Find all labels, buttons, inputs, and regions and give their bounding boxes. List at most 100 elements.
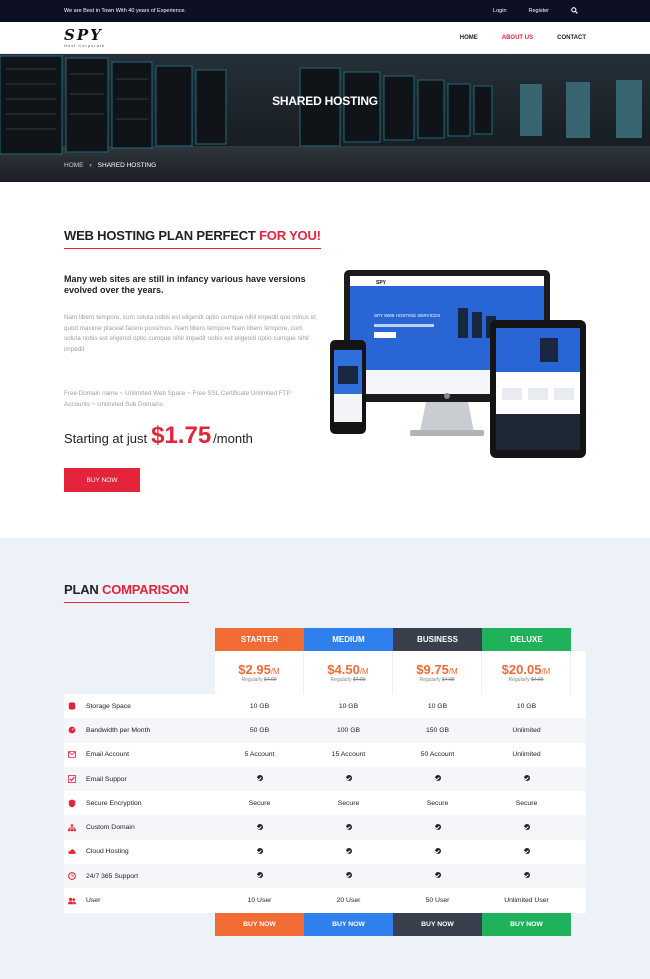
regular-price: Regularly $4.99 [419, 677, 455, 683]
feature-label-cell: Custom Domain [64, 824, 215, 832]
nav-about-us[interactable]: ABOUT US [502, 35, 533, 41]
table-row: Email Account 5 Account 15 Account 50 Accou… [64, 742, 586, 767]
search-icon[interactable] [571, 6, 578, 16]
check-circle-icon [523, 775, 530, 782]
table-cell: Unlimited [512, 726, 541, 734]
nav-contact[interactable]: CONTACT [557, 35, 586, 41]
table-cell: Secure [248, 799, 271, 807]
feature-label-cell: Cloud Hosting [64, 848, 215, 856]
table-row: Secure Encryption Secure Secure Secure Secur… [64, 791, 586, 816]
sitemap-icon [68, 824, 76, 832]
table-cell [482, 872, 571, 880]
table-cell: Secure [515, 799, 538, 807]
screen-headline: SPY WEB HOSTING SERVICES [374, 313, 440, 318]
check-circle-icon [345, 847, 352, 854]
table-cell: 50 GB [249, 726, 270, 734]
table-cell [482, 847, 571, 856]
feature-label: Cloud Hosting [86, 848, 129, 856]
regular-price: Regularly $4.99 [508, 677, 544, 683]
main-nav: HOME ABOUT US CONTACT [460, 22, 586, 54]
buy-now-button-medium[interactable]: BUY NOW [304, 912, 393, 936]
breadcrumb-current: SHARED HOSTING [97, 162, 157, 169]
plan-price-medium: $4.50/M Regularly $4.99 [304, 651, 393, 694]
buy-now-button-deluxe[interactable]: BUY NOW [482, 912, 571, 936]
plan-price: $9.75/M [416, 662, 458, 677]
screen-logo: SPY [376, 280, 387, 286]
table-cell [482, 775, 571, 783]
plan-price: $20.05/M [501, 662, 551, 677]
check-circle-icon [523, 823, 530, 830]
price-amount: $1.75 [151, 422, 212, 449]
check-circle-icon [345, 775, 352, 782]
page-title: SHARED HOSTING [272, 94, 378, 108]
feature-label-cell: Secure Encryption [64, 799, 215, 808]
database-icon [68, 702, 76, 710]
table-row: User 10 User 20 User 50 User Unlimited User [64, 888, 586, 913]
table-cell [304, 823, 393, 832]
feature-label: Storage Space [86, 702, 131, 710]
table-cell: 150 GB [425, 726, 450, 734]
table-cell [215, 775, 304, 783]
feature-label: 24/7 365 Support [86, 872, 139, 880]
table-cell [393, 775, 482, 783]
plan-price-deluxe: $20.05/M Regularly $4.99 [482, 651, 571, 694]
plan-name-starter: STARTER [215, 628, 304, 651]
breadcrumb: HOME › SHARED HOSTING [64, 162, 156, 169]
logo-tagline: Host Corporate [64, 42, 106, 48]
table-row: Cloud Hosting [64, 839, 586, 865]
logo-mark: SPY [64, 25, 103, 44]
feature-label: Bandwidth per Month [86, 726, 151, 734]
plan-header-row: STARTER MEDIUM BUSINESS DELUXE [215, 628, 586, 651]
table-row: Storage Space 10 GB 10 GB 10 GB 10 GB [64, 694, 586, 719]
register-link[interactable]: Register [529, 8, 549, 14]
breadcrumb-home[interactable]: HOME [64, 162, 84, 169]
price-suffix: /month [213, 431, 253, 446]
cloud-icon [68, 848, 76, 856]
table-row: 24/7 365 Support [64, 864, 586, 889]
buy-now-button[interactable]: BUY NOW [64, 468, 140, 492]
plan-price-row: $2.95/M Regularly $4.99 $4.50/M Regularly $… [215, 651, 586, 694]
comparison-table: STARTER MEDIUM BUSINESS DELUXE $2.95/M Re… [64, 628, 586, 936]
starting-price: Starting at just $1.75 /month [64, 422, 253, 450]
nav-home[interactable]: HOME [460, 35, 478, 41]
table-cell: 100 GB [336, 726, 361, 734]
table-cell [215, 872, 304, 880]
regular-price: Regularly $4.99 [241, 677, 277, 683]
table-cell [304, 847, 393, 856]
table-cell: 50 Account [420, 751, 455, 759]
table-row: Email Suppor [64, 766, 586, 792]
table-cell: 10 GB [249, 702, 270, 710]
intro-paragraph: Nam libero tempore, cum soluta nobis est… [64, 314, 316, 354]
regular-price: Regularly $4.99 [330, 677, 366, 683]
top-links: Login Register [493, 0, 578, 22]
intro-heading: WEB HOSTING PLAN PERFECT FOR YOU! [64, 228, 321, 249]
login-link[interactable]: Login [493, 8, 506, 14]
comparison-heading-main: PLAN [64, 582, 103, 597]
check-circle-icon [434, 847, 441, 854]
breadcrumb-separator: › [89, 162, 92, 169]
table-cell: 5 Account [244, 751, 275, 759]
buy-now-button-starter[interactable]: BUY NOW [215, 912, 304, 936]
check-circle-icon [434, 823, 441, 830]
feature-rows: Storage Space 10 GB 10 GB 10 GB 10 GB Bandwid… [64, 694, 586, 913]
feature-label: User [86, 897, 101, 905]
plan-price: $2.95/M [238, 662, 280, 677]
check-square-icon [68, 775, 76, 784]
table-cell [482, 823, 571, 832]
plan-name-business: BUSINESS [393, 628, 482, 651]
plan-price-starter: $2.95/M Regularly $4.99 [215, 651, 304, 694]
table-cell: 10 GB [427, 702, 448, 710]
buy-row: BUY NOW BUY NOW BUY NOW BUY NOW [215, 912, 586, 936]
table-cell: 15 Account [331, 751, 366, 759]
feature-summary: Free Domain name ~ Unlimited Web Space ~… [64, 390, 291, 408]
top-bar: We are Best in Town With 40 years of Exp… [0, 0, 650, 22]
buy-now-button-business[interactable]: BUY NOW [393, 912, 482, 936]
devices-illustration: SPY SPY WEB HOSTING SERVICES [330, 270, 586, 458]
comparison-heading: PLAN COMPARISON [64, 582, 189, 603]
plan-name-deluxe: DELUXE [482, 628, 571, 651]
site-logo[interactable]: SPY Host Corporate [64, 25, 106, 48]
feature-label-cell: Storage Space [64, 702, 215, 710]
check-circle-icon [434, 775, 441, 782]
feature-label-cell: 24/7 365 Support [64, 872, 215, 881]
check-circle-icon [256, 847, 263, 854]
